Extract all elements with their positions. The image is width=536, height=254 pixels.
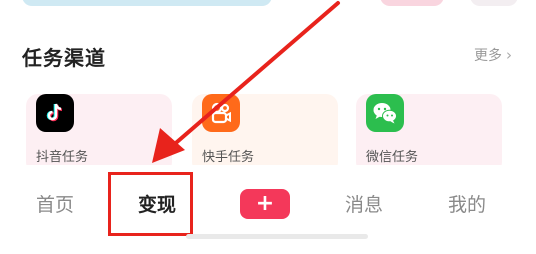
more-link[interactable]: 更多 › bbox=[474, 45, 512, 65]
app-screen: 任务渠道 更多 › 抖音任务 快手任务 微信任务 首页 变现 消息 我的 + bbox=[0, 0, 536, 254]
kuaishou-icon bbox=[202, 94, 240, 132]
task-label: 快手任务 bbox=[202, 150, 255, 165]
task-label: 微信任务 bbox=[366, 150, 419, 165]
banner-card[interactable] bbox=[380, 0, 444, 6]
task-card-kuaishou[interactable]: 快手任务 bbox=[192, 94, 338, 174]
top-banner-strip bbox=[0, 0, 536, 12]
plus-icon: + bbox=[255, 191, 275, 216]
task-card-douyin[interactable]: 抖音任务 bbox=[26, 94, 172, 174]
douyin-icon bbox=[36, 94, 74, 132]
banner-card[interactable] bbox=[470, 0, 518, 6]
section-title: 任务渠道 bbox=[22, 46, 106, 70]
nav-me[interactable]: 我的 bbox=[448, 190, 486, 217]
task-channel-header: 任务渠道 更多 › bbox=[22, 42, 520, 72]
annotation-highlight-box bbox=[108, 172, 193, 236]
task-card-wechat[interactable]: 微信任务 bbox=[356, 94, 502, 174]
more-label: 更多 bbox=[474, 48, 502, 64]
home-indicator bbox=[186, 234, 368, 239]
nav-home[interactable]: 首页 bbox=[36, 190, 74, 217]
banner-card[interactable] bbox=[22, 0, 272, 6]
publish-plus-button[interactable]: + bbox=[240, 189, 290, 219]
wechat-icon bbox=[366, 94, 404, 132]
chevron-right-icon: › bbox=[506, 46, 512, 64]
nav-messages[interactable]: 消息 bbox=[345, 190, 383, 217]
task-label: 抖音任务 bbox=[36, 150, 89, 165]
